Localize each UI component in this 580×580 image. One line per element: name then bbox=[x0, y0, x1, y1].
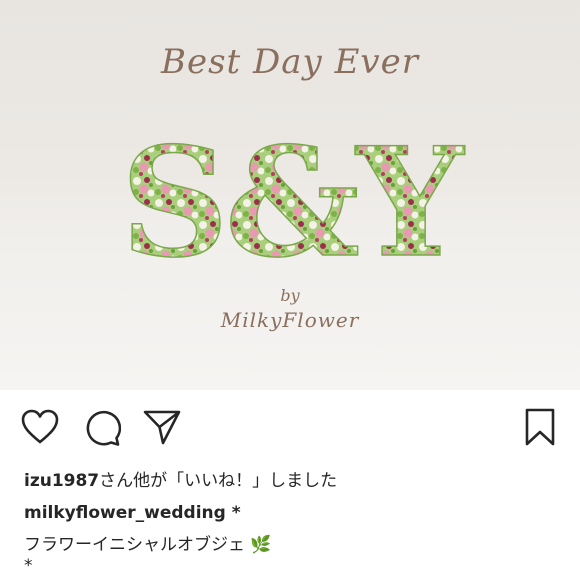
bookmark-icon bbox=[525, 408, 555, 446]
like-button[interactable] bbox=[20, 407, 60, 447]
likes-summary: izu1987さん他が「いいね！」しました bbox=[24, 466, 337, 491]
byline-by: by bbox=[280, 286, 300, 305]
likes-text: さん他が「いいね！」しました bbox=[99, 471, 338, 491]
comment-icon bbox=[86, 410, 121, 446]
likes-username[interactable]: izu1987 bbox=[24, 471, 99, 491]
heart-icon bbox=[21, 409, 59, 444]
comment-button[interactable] bbox=[82, 408, 122, 448]
caption-line: フラワーイニシャルオブジェ 🌿 bbox=[24, 530, 272, 555]
paper-plane-icon bbox=[143, 410, 181, 445]
monogram-text: S&Y bbox=[121, 115, 466, 291]
save-button[interactable] bbox=[520, 407, 560, 447]
share-button[interactable] bbox=[142, 407, 182, 447]
caption-line-2: * bbox=[24, 556, 33, 576]
caption-username[interactable]: milkyflower_wedding * bbox=[24, 503, 241, 523]
byline-brand: MilkyFlower bbox=[220, 308, 360, 332]
post-image[interactable]: Best Day Ever S&Y by MilkyFlower bbox=[0, 0, 580, 390]
caption-text: フラワーイニシャルオブジェ bbox=[24, 535, 245, 555]
leaf-icon: 🌿 bbox=[250, 535, 272, 555]
